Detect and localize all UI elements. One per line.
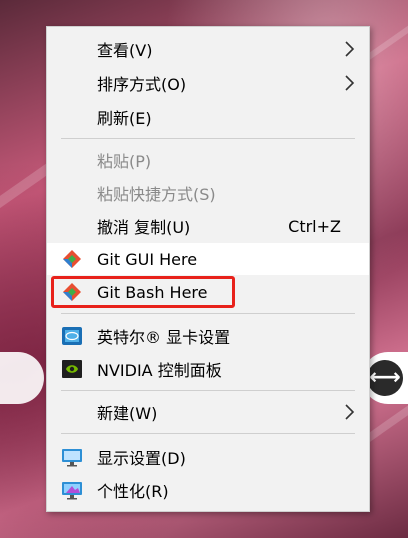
chevron-right-icon bbox=[345, 75, 355, 91]
menu-separator bbox=[61, 390, 355, 391]
menu-item-label: Git GUI Here bbox=[97, 249, 198, 269]
menu-separator bbox=[61, 313, 355, 314]
menu-item-label: 排序方式(O) bbox=[97, 75, 187, 94]
menu-item-shortcut: Ctrl+Z bbox=[288, 216, 341, 236]
menu-item-display[interactable]: 显示设置(D) bbox=[47, 441, 369, 473]
menu-item-view[interactable]: 查看(V) bbox=[47, 33, 369, 65]
menu-item-label: 新建(W) bbox=[97, 404, 158, 423]
menu-item-intel-graphics[interactable]: 英特尔® 显卡设置 bbox=[47, 320, 369, 352]
intel-graphics-icon bbox=[62, 327, 82, 345]
menu-item-label: 撤消 复制(U) bbox=[97, 218, 191, 237]
annotation-highlight-box bbox=[51, 276, 235, 308]
menu-item-new[interactable]: 新建(W) bbox=[47, 396, 369, 428]
menu-separator bbox=[61, 433, 355, 434]
menu-item-git-gui[interactable]: Git GUI Here bbox=[47, 243, 369, 275]
menu-item-sort[interactable]: 排序方式(O) bbox=[47, 67, 369, 99]
menu-item-paste-shortcut: 粘贴快捷方式(S) bbox=[47, 177, 369, 209]
menu-item-nvidia[interactable]: NVIDIA 控制面板 bbox=[47, 353, 369, 385]
menu-item-label: 显示设置(D) bbox=[97, 449, 186, 468]
display-settings-icon bbox=[62, 449, 82, 467]
menu-item-label: 粘贴(P) bbox=[97, 152, 152, 171]
menu-item-label: 查看(V) bbox=[97, 41, 153, 60]
double-arrow-icon: ⟷ bbox=[367, 360, 403, 396]
menu-item-undo-copy[interactable]: 撤消 复制(U) Ctrl+Z bbox=[47, 210, 369, 242]
menu-item-label: 粘贴快捷方式(S) bbox=[97, 185, 216, 204]
chevron-right-icon bbox=[345, 404, 355, 420]
chevron-right-icon bbox=[345, 41, 355, 57]
nvidia-icon bbox=[62, 360, 82, 378]
menu-item-refresh[interactable]: 刷新(E) bbox=[47, 101, 369, 133]
menu-item-paste: 粘贴(P) bbox=[47, 144, 369, 176]
menu-item-label: 个性化(R) bbox=[97, 482, 169, 501]
menu-separator bbox=[61, 138, 355, 139]
menu-item-label: NVIDIA 控制面板 bbox=[97, 361, 222, 380]
desktop-context-menu: 查看(V) 排序方式(O) 刷新(E) 粘贴(P) 粘贴快捷方式(S) 撤消 复… bbox=[46, 26, 370, 512]
git-icon bbox=[63, 250, 81, 268]
menu-item-label: 英特尔® 显卡设置 bbox=[97, 328, 231, 347]
menu-item-label: 刷新(E) bbox=[97, 109, 152, 128]
menu-item-personalize[interactable]: 个性化(R) bbox=[47, 474, 369, 506]
personalize-icon bbox=[62, 482, 82, 500]
